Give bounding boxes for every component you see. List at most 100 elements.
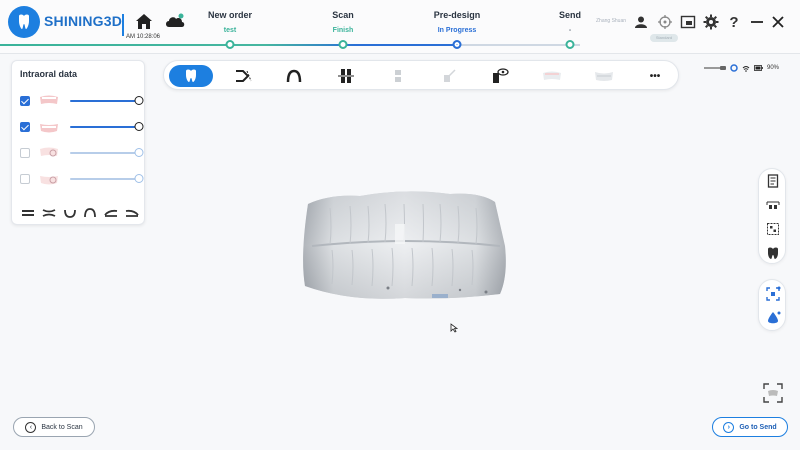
screenshot-icon bbox=[680, 15, 696, 29]
lower-pre-op-thumb-icon bbox=[40, 176, 58, 185]
bite-tool-button[interactable] bbox=[385, 65, 411, 87]
front-view-icon[interactable] bbox=[20, 205, 36, 216]
measure-button[interactable] bbox=[765, 197, 781, 213]
wifi-icon bbox=[742, 65, 750, 72]
scanner-icon bbox=[704, 66, 726, 70]
opacity-slider-track[interactable] bbox=[70, 100, 138, 102]
both-jaws-view-icon[interactable] bbox=[41, 205, 57, 217]
help-button[interactable]: ? bbox=[725, 13, 743, 31]
layer-checkbox[interactable] bbox=[20, 174, 30, 184]
grid-button[interactable] bbox=[765, 221, 781, 237]
layer-row-upper-pre-op bbox=[20, 145, 144, 161]
layer-row-lower-pre-op bbox=[20, 171, 144, 187]
go-to-send-label: Go to Send bbox=[739, 423, 777, 431]
battery-icon bbox=[754, 65, 763, 71]
home-button[interactable] bbox=[134, 12, 154, 32]
tooth-info-icon bbox=[768, 247, 778, 259]
opacity-slider-knob[interactable] bbox=[134, 148, 144, 157]
step-status: test bbox=[223, 27, 237, 34]
inspect-tool-icon bbox=[493, 68, 509, 83]
arch-tool-button[interactable] bbox=[281, 65, 307, 87]
inspect-tool-button[interactable] bbox=[487, 65, 513, 87]
report-button[interactable] bbox=[765, 173, 781, 189]
shining3d-logo bbox=[8, 6, 40, 38]
user-button[interactable] bbox=[632, 13, 650, 31]
lower-model-button[interactable] bbox=[591, 65, 617, 87]
lower-view-icon[interactable] bbox=[62, 205, 78, 218]
align-tool-button[interactable] bbox=[333, 65, 359, 87]
brand-divider bbox=[122, 14, 124, 36]
go-to-send-button[interactable]: › Go to Send bbox=[712, 417, 788, 437]
step-status: In Progress bbox=[437, 27, 477, 34]
align-tool-icon bbox=[338, 69, 354, 83]
opacity-slider-knob[interactable] bbox=[134, 122, 144, 131]
minimize-icon bbox=[751, 21, 763, 23]
battery-level: 90% bbox=[767, 65, 780, 71]
step-label: Scan bbox=[332, 10, 354, 20]
arch-tool-icon bbox=[286, 69, 302, 83]
opacity-slider-track[interactable] bbox=[70, 178, 138, 180]
upper-jaw-thumb-icon bbox=[40, 95, 58, 104]
step-label: Send bbox=[558, 10, 582, 20]
minimize-button[interactable] bbox=[748, 13, 766, 31]
upper-model-button[interactable] bbox=[539, 65, 565, 87]
opacity-slider-knob[interactable] bbox=[134, 96, 144, 105]
step-label: New order bbox=[207, 10, 253, 20]
trim-tool-icon bbox=[236, 70, 252, 82]
lower-jaw-thumb-icon bbox=[40, 124, 58, 133]
brush-tool-button[interactable] bbox=[436, 65, 462, 87]
layer-checkbox[interactable] bbox=[20, 148, 30, 158]
fit-view-icon bbox=[763, 383, 783, 403]
connection-icon bbox=[730, 64, 738, 72]
layer-checkbox[interactable] bbox=[20, 122, 30, 132]
focus-icon bbox=[766, 286, 781, 301]
bite-tool-icon bbox=[395, 70, 401, 82]
upper-view-icon[interactable] bbox=[82, 205, 98, 218]
close-button[interactable] bbox=[769, 13, 787, 31]
screenshot-button[interactable] bbox=[679, 13, 697, 31]
tooth-logo-icon bbox=[19, 14, 29, 29]
brush-tool-icon bbox=[444, 69, 456, 82]
settings-button[interactable] bbox=[702, 13, 720, 31]
grid-icon bbox=[767, 223, 779, 235]
opacity-slider-track[interactable] bbox=[70, 152, 138, 154]
step-dot-new-order bbox=[225, 40, 235, 49]
upper-model-icon bbox=[543, 71, 561, 80]
right-tool-rail-secondary bbox=[758, 279, 786, 331]
upper-pre-op-thumb-icon bbox=[40, 147, 58, 157]
right-view-icon[interactable] bbox=[124, 205, 140, 217]
more-button[interactable]: ••• bbox=[642, 65, 668, 87]
trim-tool-button[interactable] bbox=[230, 65, 256, 87]
drop-button[interactable] bbox=[765, 310, 781, 326]
step-dot-send bbox=[565, 40, 575, 49]
drop-icon bbox=[768, 311, 781, 324]
focus-button[interactable] bbox=[765, 286, 781, 302]
right-tool-rail bbox=[758, 168, 786, 264]
target-button[interactable] bbox=[656, 13, 674, 31]
opacity-slider-knob[interactable] bbox=[134, 174, 144, 183]
panel-title: Intraoral data bbox=[20, 69, 78, 79]
step-new-order[interactable]: New order test bbox=[208, 10, 252, 34]
measure-icon bbox=[766, 201, 780, 209]
dental-model-3d[interactable] bbox=[300, 186, 510, 302]
back-to-scan-button[interactable]: ‹ Back to Scan bbox=[13, 417, 95, 437]
fit-view-button[interactable] bbox=[762, 382, 784, 404]
cloud-button[interactable] bbox=[164, 11, 186, 33]
back-arrow-icon: ‹ bbox=[25, 421, 37, 433]
step-pre-design[interactable]: Pre-design In Progress bbox=[434, 10, 481, 34]
dental-arch-render bbox=[303, 191, 506, 299]
settings-icon bbox=[703, 14, 719, 30]
layer-checkbox[interactable] bbox=[20, 96, 30, 106]
step-send[interactable]: Send - bbox=[559, 10, 581, 34]
step-dot-pre-design bbox=[452, 40, 462, 49]
step-label: Pre-design bbox=[433, 10, 481, 20]
report-icon bbox=[767, 174, 779, 188]
left-view-icon[interactable] bbox=[103, 205, 119, 217]
step-scan[interactable]: Scan Finish bbox=[332, 10, 354, 34]
tooth-info-button[interactable] bbox=[765, 245, 781, 261]
layer-row-lower-jaw bbox=[20, 119, 144, 135]
opacity-slider-track[interactable] bbox=[70, 126, 138, 128]
forward-arrow-icon: › bbox=[723, 421, 735, 433]
tooth-tool-button[interactable] bbox=[169, 65, 213, 87]
design-toolbar: ••• bbox=[163, 60, 679, 90]
